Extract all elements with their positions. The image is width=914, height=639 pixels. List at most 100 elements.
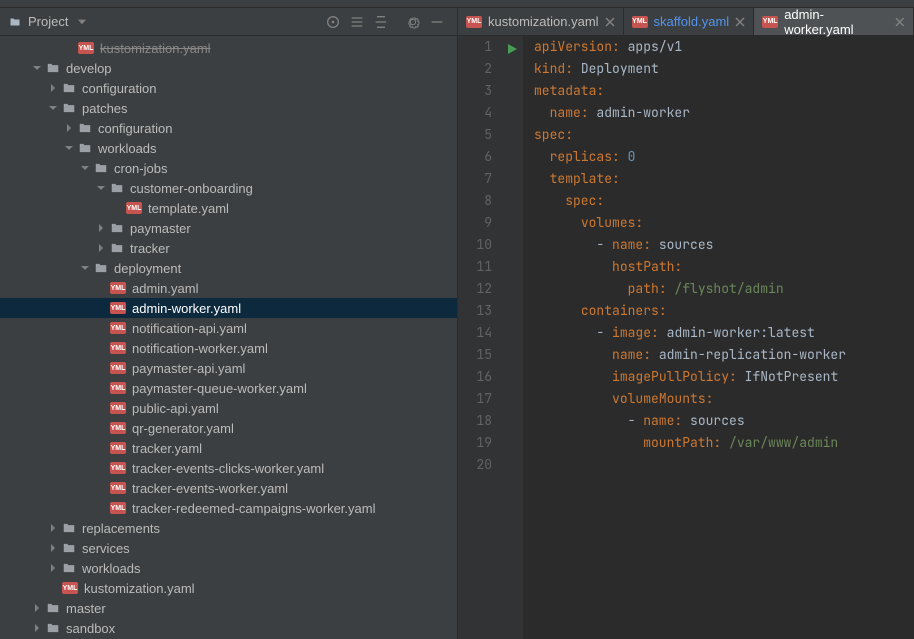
code-line xyxy=(534,454,914,476)
tree-row[interactable]: paymaster xyxy=(0,218,457,238)
panel-title-text: Project xyxy=(28,14,68,29)
tree-node-label: tracker.yaml xyxy=(132,441,202,456)
code-line: replicas: 0 xyxy=(534,146,914,168)
project-panel-header: Project xyxy=(0,8,457,36)
tree-node-label: patches xyxy=(82,101,128,116)
expand-all-icon[interactable] xyxy=(349,14,365,30)
editor-tab[interactable]: YML admin-worker.yaml xyxy=(754,8,914,35)
tree-node-label: tracker-redeemed-campaigns-worker.yaml xyxy=(132,501,375,516)
code-line: path: /flyshot/admin xyxy=(534,278,914,300)
code-line: volumes: xyxy=(534,212,914,234)
tree-node-label: services xyxy=(82,541,130,556)
tree-row[interactable]: cron-jobs xyxy=(0,158,457,178)
tree-node-label: develop xyxy=(66,61,112,76)
run-gutter-icon[interactable] xyxy=(506,43,518,55)
tree-row[interactable]: YMLpaymaster-api.yaml xyxy=(0,358,457,378)
code-line: mountPath: /var/www/admin xyxy=(534,432,914,454)
tree-row[interactable]: YMLqr-generator.yaml xyxy=(0,418,457,438)
tree-row[interactable]: YMLtracker-events-clicks-worker.yaml xyxy=(0,458,457,478)
tree-row[interactable]: tracker xyxy=(0,238,457,258)
project-panel-title[interactable]: Project xyxy=(8,14,86,29)
code-line: kind: Deployment xyxy=(534,58,914,80)
tab-label: skaffold.yaml xyxy=(654,14,730,29)
close-icon[interactable] xyxy=(735,17,745,27)
tree-node-label: notification-worker.yaml xyxy=(132,341,268,356)
gutter-icons xyxy=(500,36,524,639)
code-content[interactable]: apiVersion: apps/v1kind: Deploymentmetad… xyxy=(524,36,914,639)
tree-row[interactable]: YMLpaymaster-queue-worker.yaml xyxy=(0,378,457,398)
tree-row[interactable]: customer-onboarding xyxy=(0,178,457,198)
code-line: - name: sources xyxy=(534,410,914,432)
tree-row[interactable]: workloads xyxy=(0,138,457,158)
locate-icon[interactable] xyxy=(325,14,341,30)
chevron-down-icon xyxy=(78,19,86,25)
editor-tab[interactable]: YML skaffold.yaml xyxy=(624,8,755,35)
tree-node-label: cron-jobs xyxy=(114,161,167,176)
window-top-strip xyxy=(0,0,914,8)
code-line: volumeMounts: xyxy=(534,388,914,410)
tree-row[interactable]: sandbox xyxy=(0,618,457,638)
tree-row[interactable]: deployment xyxy=(0,258,457,278)
close-icon[interactable] xyxy=(605,17,615,27)
editor: 1234567891011121314151617181920 apiVersi… xyxy=(458,36,914,639)
tree-node-label: workloads xyxy=(82,561,141,576)
tree-node-label: admin.yaml xyxy=(132,281,198,296)
close-icon[interactable] xyxy=(895,17,905,27)
code-line: apiVersion: apps/v1 xyxy=(534,36,914,58)
tree-row[interactable]: master xyxy=(0,598,457,618)
tree-row[interactable]: YMLkustomization.yaml xyxy=(0,38,457,58)
tree-node-label: paymaster-queue-worker.yaml xyxy=(132,381,307,396)
code-line: spec: xyxy=(534,190,914,212)
yml-icon: YML xyxy=(632,16,648,28)
gear-icon[interactable] xyxy=(405,14,421,30)
editor-tab-bar: YMLkustomization.yamlYMLskaffold.yamlYML… xyxy=(458,8,914,36)
tree-node-label: public-api.yaml xyxy=(132,401,219,416)
tree-row[interactable]: YMLpublic-api.yaml xyxy=(0,398,457,418)
tree-row[interactable]: services xyxy=(0,538,457,558)
tree-node-label: configuration xyxy=(82,81,156,96)
tree-row[interactable]: YMLnotification-api.yaml xyxy=(0,318,457,338)
tree-node-label: customer-onboarding xyxy=(130,181,253,196)
yml-icon: YML xyxy=(466,16,482,28)
tree-node-label: replacements xyxy=(82,521,160,536)
code-line: hostPath: xyxy=(534,256,914,278)
code-line: name: admin-replication-worker xyxy=(534,344,914,366)
tab-label: admin-worker.yaml xyxy=(784,8,889,37)
tree-row[interactable]: patches xyxy=(0,98,457,118)
tree-row[interactable]: YMLtracker-events-worker.yaml xyxy=(0,478,457,498)
yml-icon: YML xyxy=(762,16,778,28)
tree-node-label: admin-worker.yaml xyxy=(132,301,241,316)
tree-row[interactable]: YMLtracker-redeemed-campaigns-worker.yam… xyxy=(0,498,457,518)
tree-row[interactable]: YMLadmin-worker.yaml xyxy=(0,298,457,318)
code-line: imagePullPolicy: IfNotPresent xyxy=(534,366,914,388)
tree-row[interactable]: develop xyxy=(0,58,457,78)
tree-node-label: sandbox xyxy=(66,621,115,636)
editor-tab[interactable]: YML kustomization.yaml xyxy=(458,8,624,35)
project-panel: Project YMLkustomization.yaml develop conf… xyxy=(0,8,458,639)
tree-row[interactable]: configuration xyxy=(0,118,457,138)
tree-node-label: tracker xyxy=(130,241,170,256)
code-line: name: admin-worker xyxy=(534,102,914,124)
code-line: template: xyxy=(534,168,914,190)
tree-row[interactable]: YMLtracker.yaml xyxy=(0,438,457,458)
code-line: spec: xyxy=(534,124,914,146)
tree-node-label: workloads xyxy=(98,141,157,156)
project-icon xyxy=(8,16,22,28)
tree-row[interactable]: YMLkustomization.yaml xyxy=(0,578,457,598)
project-tree[interactable]: YMLkustomization.yaml develop configuratio… xyxy=(0,36,457,639)
tree-row[interactable]: workloads xyxy=(0,558,457,578)
main-container: Project YMLkustomization.yamldevelopconf… xyxy=(0,8,914,639)
tree-row[interactable]: YMLtemplate.yaml xyxy=(0,198,457,218)
hide-panel-icon[interactable] xyxy=(429,14,445,30)
tree-row[interactable]: replacements xyxy=(0,518,457,538)
tree-node-label: paymaster xyxy=(130,221,191,236)
tree-row[interactable]: configuration xyxy=(0,78,457,98)
tree-row[interactable]: YMLadmin.yaml xyxy=(0,278,457,298)
tree-row[interactable]: YMLnotification-worker.yaml xyxy=(0,338,457,358)
editor-area: YMLkustomization.yamlYMLskaffold.yamlYML… xyxy=(458,8,914,639)
collapse-all-icon[interactable] xyxy=(373,14,389,30)
tab-label: kustomization.yaml xyxy=(488,14,599,29)
tree-node-label: tracker-events-clicks-worker.yaml xyxy=(132,461,324,476)
code-line: containers: xyxy=(534,300,914,322)
tree-node-label: configuration xyxy=(98,121,172,136)
